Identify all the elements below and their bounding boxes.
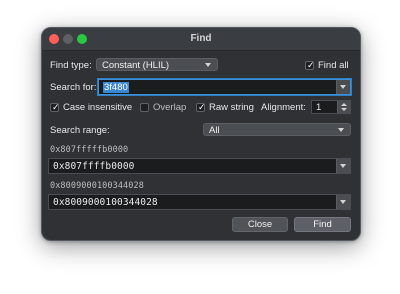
range-start-value: 0x807ffffb0000 [53, 161, 135, 172]
alignment-label: Alignment: [261, 102, 306, 113]
alignment-stepper[interactable] [337, 101, 350, 113]
close-button[interactable]: Close [232, 217, 288, 232]
title-bar: Find [42, 28, 360, 51]
range-end-dropdown[interactable] [336, 195, 350, 209]
search-range-label: Search range: [50, 125, 110, 136]
search-for-label: Search for: [50, 82, 97, 93]
raw-string-checkbox[interactable]: ✓ [196, 102, 206, 112]
chevron-down-icon [340, 85, 346, 89]
case-insensitive-checkbox[interactable]: ✓ [50, 102, 60, 112]
chevron-down-icon [205, 63, 211, 67]
chevron-up-icon [341, 103, 347, 106]
find-type-value: Constant (HLIL) [102, 60, 170, 71]
chevron-down-icon [340, 164, 346, 168]
range-start-input[interactable]: 0x807ffffb0000 [48, 158, 351, 174]
raw-string-label: Raw string [209, 102, 254, 113]
checkmark-icon: ✓ [307, 60, 315, 70]
find-type-select[interactable]: Constant (HLIL) [96, 58, 218, 71]
range-end-input[interactable]: 0x8009000100344028 [48, 194, 351, 210]
range-end-caption: 0x8009000100344028 [50, 181, 144, 191]
overlap-checkbox[interactable] [140, 103, 149, 112]
search-range-select[interactable]: All [203, 123, 351, 136]
overlap-label: Overlap [153, 102, 187, 113]
chevron-down-icon [338, 128, 344, 132]
checkmark-icon: ✓ [198, 102, 206, 112]
window-title: Find [190, 33, 212, 44]
case-insensitive-label: Case insensitive [63, 102, 133, 113]
find-all-label: Find all [318, 60, 349, 71]
alignment-value: 1 [316, 102, 322, 113]
search-for-input[interactable]: 3f480 [98, 79, 351, 95]
range-start-caption: 0x807fffffb0000 [50, 145, 129, 155]
checkmark-icon: ✓ [52, 102, 60, 112]
range-start-dropdown[interactable] [336, 159, 350, 173]
find-dialog: Find Find type: Constant (HLIL) ✓ Find a… [41, 27, 361, 241]
chevron-down-icon [341, 108, 347, 111]
search-for-value: 3f480 [103, 82, 129, 93]
search-range-value: All [209, 125, 220, 136]
find-type-label: Find type: [50, 60, 92, 71]
alignment-spinbox[interactable]: 1 [311, 100, 351, 114]
range-end-value: 0x8009000100344028 [53, 197, 158, 208]
find-button[interactable]: Find [294, 217, 351, 232]
find-all-checkbox[interactable]: ✓ [305, 60, 315, 70]
search-history-dropdown[interactable] [336, 80, 350, 94]
chevron-down-icon [340, 200, 346, 204]
